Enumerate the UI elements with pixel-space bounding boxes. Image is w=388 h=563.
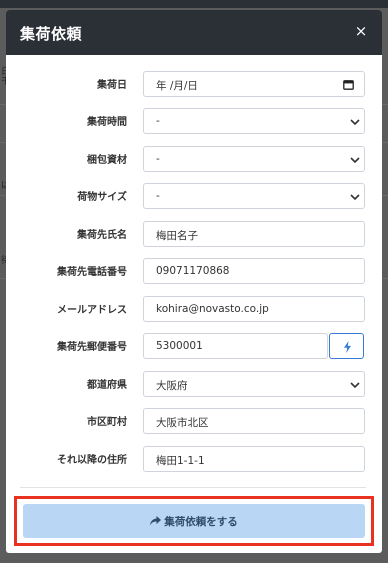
chevron-down-icon: [350, 382, 360, 389]
app-top-bar: [0, 0, 388, 8]
name-input[interactable]: 梅田名子: [143, 221, 365, 247]
name-row: 集荷先氏名 梅田名子: [6, 221, 382, 247]
email-input[interactable]: kohira@novasto.co.jp: [143, 296, 365, 322]
postal-code-label: 集荷先郵便番号: [57, 342, 127, 353]
pickup-time-label: 集荷時間: [87, 117, 127, 128]
pickup-date-label: 集荷日: [97, 80, 127, 91]
address-rest-row: それ以降の住所 梅田1-1-1: [6, 446, 382, 472]
submit-pickup-request-button[interactable]: 集荷依頼をする: [23, 504, 365, 538]
prefecture-select[interactable]: 大阪府: [143, 371, 365, 397]
city-value: 大阪市北区: [156, 417, 209, 429]
phone-input[interactable]: 09071170868: [143, 258, 365, 284]
email-row: メールアドレス kohira@novasto.co.jp: [6, 296, 382, 322]
package-size-row: 荷物サイズ -: [6, 183, 382, 209]
bolt-icon: [344, 341, 351, 353]
pickup-time-select[interactable]: -: [143, 108, 365, 134]
phone-row: 集荷先電話番号 09071170868: [6, 258, 382, 284]
prefecture-label: 都道府県: [87, 380, 127, 391]
email-label: メールアドレス: [57, 305, 127, 316]
footer-divider: [20, 487, 366, 488]
calendar-icon[interactable]: [343, 79, 354, 90]
pickup-date-input[interactable]: 年 /月/日: [143, 71, 365, 97]
pickup-time-row: 集荷時間 -: [6, 108, 382, 134]
email-value: kohira@novasto.co.jp: [156, 303, 269, 315]
city-row: 市区町村 大阪市北区: [6, 408, 382, 434]
address-lookup-button[interactable]: [329, 333, 364, 359]
postal-code-value: 5300001: [156, 340, 203, 352]
chevron-down-icon: [350, 194, 360, 201]
chevron-down-icon: [350, 119, 360, 126]
packing-material-select[interactable]: -: [143, 146, 365, 172]
submit-button-label: 集荷依頼をする: [164, 516, 238, 528]
pickup-time-value: -: [156, 115, 160, 127]
modal-title: 集荷依頼: [20, 25, 83, 43]
phone-value: 09071170868: [156, 265, 230, 277]
pickup-date-row: 集荷日 年 /月/日: [6, 71, 382, 97]
postal-code-row: 集荷先郵便番号 5300001: [6, 333, 382, 359]
address-rest-value: 梅田1-1-1: [156, 455, 205, 467]
submit-button-content: 集荷依頼をする: [23, 514, 365, 529]
phone-label: 集荷先電話番号: [57, 267, 127, 278]
address-rest-label: それ以降の住所: [57, 455, 127, 466]
modal-header: 集荷依頼 ×: [6, 10, 382, 55]
pickup-date-placeholder: 年 /月/日: [156, 80, 198, 92]
package-size-value: -: [156, 190, 160, 202]
share-arrow-icon: [150, 516, 162, 526]
name-value: 梅田名子: [156, 230, 198, 242]
postal-code-input[interactable]: 5300001: [143, 333, 328, 359]
city-label: 市区町村: [87, 417, 127, 428]
package-size-label: 荷物サイズ: [77, 192, 127, 203]
package-size-select[interactable]: -: [143, 183, 365, 209]
close-button[interactable]: ×: [352, 22, 370, 40]
prefecture-row: 都道府県 大阪府: [6, 371, 382, 397]
pickup-request-modal: 集荷依頼 × 集荷日 年 /月/日 集荷時間 - 梱包資材 - 荷物サイズ - …: [6, 10, 382, 553]
address-rest-input[interactable]: 梅田1-1-1: [143, 446, 365, 472]
packing-material-row: 梱包資材 -: [6, 146, 382, 172]
name-label: 集荷先氏名: [77, 230, 127, 241]
packing-material-label: 梱包資材: [87, 155, 127, 166]
submit-highlight-frame: 集荷依頼をする: [14, 496, 374, 546]
close-icon: ×: [354, 22, 368, 40]
prefecture-value: 大阪府: [156, 380, 188, 392]
packing-material-value: -: [156, 153, 160, 165]
city-input[interactable]: 大阪市北区: [143, 408, 365, 434]
chevron-down-icon: [350, 157, 360, 164]
